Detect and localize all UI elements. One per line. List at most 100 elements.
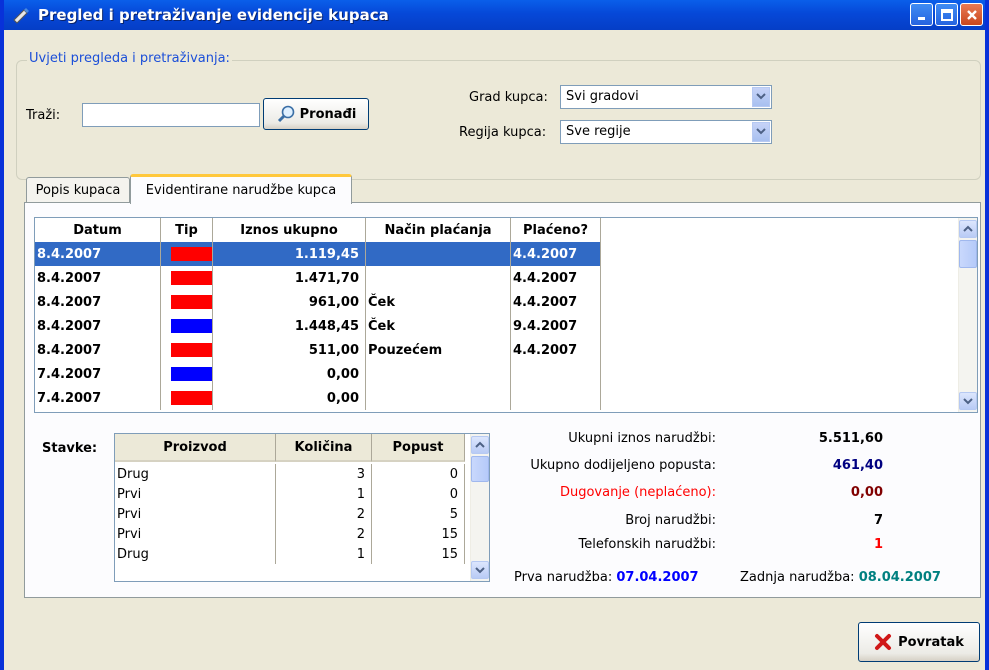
title-bar[interactable]: Pregled i pretraživanje evidencije kupac… bbox=[4, 0, 985, 30]
find-button[interactable]: Pronađi bbox=[263, 98, 369, 130]
cell-payment: Ček bbox=[366, 314, 511, 338]
cell-payment bbox=[366, 362, 511, 386]
chevron-down-icon[interactable] bbox=[471, 561, 489, 579]
close-icon bbox=[966, 9, 977, 20]
discount-label: Ukupno dodijeljeno popusta: bbox=[530, 458, 716, 473]
cell-payment bbox=[366, 386, 511, 410]
scroll-thumb[interactable] bbox=[959, 240, 977, 268]
total-value: 5.511,60 bbox=[818, 431, 883, 446]
cell-amount: 511,00 bbox=[213, 338, 366, 362]
app-window: Pregled i pretraživanje evidencije kupac… bbox=[0, 0, 989, 670]
cell-discount: 15 bbox=[372, 524, 465, 544]
type-swatch bbox=[171, 247, 212, 261]
phone-label: Telefonskih narudžbi: bbox=[578, 537, 716, 552]
table-row[interactable]: 8.4.2007 511,00 Pouzećem 4.4.2007 bbox=[35, 338, 601, 362]
cell-product: Drug bbox=[115, 544, 276, 564]
cell-type bbox=[161, 242, 213, 266]
cell-paid: 4.4.2007 bbox=[511, 290, 601, 314]
orders-scrollbar[interactable] bbox=[958, 218, 977, 412]
col-type[interactable]: Tip bbox=[161, 218, 213, 242]
cell-type bbox=[161, 290, 213, 314]
debt-value: 0,00 bbox=[850, 485, 883, 500]
back-button[interactable]: Povratak bbox=[858, 622, 980, 662]
cell-discount: 5 bbox=[372, 504, 465, 524]
table-row[interactable]: 7.4.2007 0,00 bbox=[35, 362, 601, 386]
maximize-icon bbox=[940, 8, 953, 21]
search-input[interactable] bbox=[82, 103, 260, 127]
cell-discount: 0 bbox=[372, 464, 465, 484]
cell-date: 8.4.2007 bbox=[35, 242, 161, 266]
cell-type bbox=[161, 338, 213, 362]
list-item[interactable]: Drug 3 0 bbox=[115, 464, 465, 484]
city-select[interactable]: Svi gradovi bbox=[560, 85, 772, 109]
cell-date: 7.4.2007 bbox=[35, 386, 161, 410]
close-icon bbox=[875, 634, 892, 650]
back-button-label: Povratak bbox=[898, 634, 964, 650]
cell-amount: 961,00 bbox=[213, 290, 366, 314]
cell-paid: 4.4.2007 bbox=[511, 266, 601, 290]
items-scrollbar[interactable] bbox=[470, 434, 489, 581]
maximize-button[interactable] bbox=[935, 3, 958, 26]
type-swatch bbox=[171, 271, 212, 285]
first-order-value: 07.04.2007 bbox=[616, 570, 699, 585]
tab-customers[interactable]: Popis kupaca bbox=[26, 177, 130, 203]
col-payment[interactable]: Način plaćanja bbox=[366, 218, 511, 242]
app-icon bbox=[12, 6, 30, 24]
chevron-up-icon[interactable] bbox=[959, 220, 977, 238]
search-label: Traži: bbox=[26, 108, 61, 123]
table-row[interactable]: 8.4.2007 1.471,70 4.4.2007 bbox=[35, 266, 601, 290]
table-row[interactable]: 7.4.2007 0,00 bbox=[35, 386, 601, 410]
chevron-down-icon[interactable] bbox=[959, 392, 977, 410]
col-discount[interactable]: Popust bbox=[372, 434, 465, 462]
orders-grid[interactable]: Datum Tip Iznos ukupno Način plaćanja Pl… bbox=[34, 217, 978, 413]
cell-paid: 4.4.2007 bbox=[511, 242, 601, 266]
cell-quantity: 2 bbox=[276, 524, 372, 544]
cell-paid: 9.4.2007 bbox=[511, 314, 601, 338]
list-item[interactable]: Prvi 1 0 bbox=[115, 484, 465, 504]
col-amount[interactable]: Iznos ukupno bbox=[213, 218, 366, 242]
col-date[interactable]: Datum bbox=[35, 218, 161, 242]
table-row[interactable]: 8.4.2007 1.119,45 4.4.2007 bbox=[35, 242, 601, 266]
list-item[interactable]: Drug 1 15 bbox=[115, 544, 465, 564]
cell-product: Prvi bbox=[115, 484, 276, 504]
col-product[interactable]: Proizvod bbox=[115, 434, 276, 462]
last-order-label: Zadnja narudžba: bbox=[740, 570, 855, 585]
cell-paid bbox=[511, 386, 601, 410]
cell-type bbox=[161, 266, 213, 290]
cell-discount: 0 bbox=[372, 484, 465, 504]
tab-orders[interactable]: Evidentirane narudžbe kupca bbox=[130, 174, 352, 204]
items-header: Proizvod Količina Popust bbox=[115, 434, 465, 462]
table-row[interactable]: 8.4.2007 1.448,45 Ček 9.4.2007 bbox=[35, 314, 601, 338]
discount-value: 461,40 bbox=[832, 458, 883, 473]
cell-paid bbox=[511, 362, 601, 386]
count-value: 7 bbox=[873, 513, 883, 528]
cell-quantity: 1 bbox=[276, 544, 372, 564]
type-swatch bbox=[171, 295, 212, 309]
cell-quantity: 1 bbox=[276, 484, 372, 504]
orders-header: Datum Tip Iznos ukupno Način plaćanja Pl… bbox=[35, 218, 601, 242]
region-select[interactable]: Sve regije bbox=[560, 120, 772, 144]
cell-date: 8.4.2007 bbox=[35, 338, 161, 362]
items-label: Stavke: bbox=[42, 441, 98, 456]
chevron-down-icon[interactable] bbox=[752, 87, 770, 107]
cell-amount: 0,00 bbox=[213, 386, 366, 410]
items-grid[interactable]: Proizvod Količina Popust Drug 3 0 Prvi 1 0 Prv… bbox=[114, 433, 490, 582]
minimize-button[interactable] bbox=[910, 3, 933, 26]
cell-discount: 15 bbox=[372, 544, 465, 564]
cell-payment bbox=[366, 242, 511, 266]
cell-product: Prvi bbox=[115, 524, 276, 544]
list-item[interactable]: Prvi 2 15 bbox=[115, 524, 465, 544]
first-order-label: Prva narudžba: bbox=[514, 570, 613, 585]
col-quantity[interactable]: Količina bbox=[276, 434, 372, 462]
phone-value: 1 bbox=[873, 537, 883, 552]
type-swatch bbox=[171, 367, 212, 381]
close-button[interactable] bbox=[960, 3, 983, 26]
chevron-down-icon[interactable] bbox=[752, 122, 770, 142]
cell-type bbox=[161, 362, 213, 386]
cell-amount: 1.448,45 bbox=[213, 314, 366, 338]
col-paid[interactable]: Plaćeno? bbox=[511, 218, 601, 242]
table-row[interactable]: 8.4.2007 961,00 Ček 4.4.2007 bbox=[35, 290, 601, 314]
list-item[interactable]: Prvi 2 5 bbox=[115, 504, 465, 524]
minimize-icon bbox=[917, 16, 925, 20]
cell-payment: Pouzećem bbox=[366, 338, 511, 362]
